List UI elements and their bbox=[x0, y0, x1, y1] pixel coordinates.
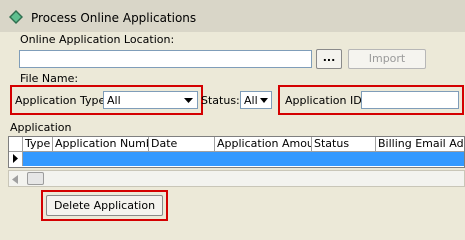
column-header-application-number[interactable]: Application Number bbox=[53, 137, 149, 152]
application-type-value: All bbox=[107, 94, 121, 107]
status-label: Status: bbox=[201, 94, 240, 107]
scroll-left-arrow-icon[interactable] bbox=[11, 174, 20, 184]
column-header-date[interactable]: Date bbox=[149, 137, 215, 152]
delete-application-button[interactable]: Delete Application bbox=[46, 195, 163, 216]
import-button[interactable]: Import bbox=[348, 49, 426, 69]
application-section-label: Application bbox=[10, 121, 72, 134]
horizontal-scrollbar[interactable] bbox=[8, 170, 465, 187]
chevron-down-icon[interactable] bbox=[181, 93, 196, 107]
column-header-application-amount[interactable]: Application Amount bbox=[215, 137, 312, 152]
title-bar: Process Online Applications bbox=[0, 0, 465, 36]
row-indicator[interactable] bbox=[9, 152, 23, 166]
location-input[interactable] bbox=[19, 50, 312, 68]
applications-grid[interactable]: Type Application Number Date Application… bbox=[8, 136, 465, 168]
application-id-input[interactable] bbox=[361, 91, 459, 109]
scroll-thumb[interactable] bbox=[27, 172, 44, 185]
column-header-type[interactable]: Type bbox=[23, 137, 53, 152]
grid-corner-header bbox=[9, 137, 23, 152]
column-header-billing-email[interactable]: Billing Email Addres bbox=[376, 137, 464, 152]
window-title: Process Online Applications bbox=[31, 11, 197, 25]
current-row-arrow-icon bbox=[13, 154, 18, 163]
application-type-label: Application Type: bbox=[15, 94, 109, 107]
app-diamond-icon bbox=[9, 10, 23, 24]
online-location-label: Online Application Location: bbox=[20, 33, 175, 46]
table-row[interactable] bbox=[23, 152, 464, 166]
column-header-status[interactable]: Status bbox=[312, 137, 376, 152]
application-id-label: Application ID: bbox=[285, 94, 366, 107]
status-value: All bbox=[244, 94, 258, 107]
file-name-label: File Name: bbox=[20, 72, 79, 85]
application-type-select[interactable]: All bbox=[103, 91, 198, 109]
browse-button[interactable]: ... bbox=[316, 49, 342, 69]
chevron-down-icon[interactable] bbox=[258, 93, 270, 107]
status-select[interactable]: All bbox=[240, 91, 272, 109]
